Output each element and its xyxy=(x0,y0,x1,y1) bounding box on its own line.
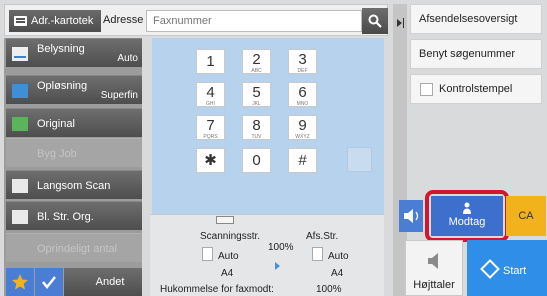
slow-scan-label: Langsom Scan xyxy=(37,180,111,192)
original-icon xyxy=(12,117,28,131)
send-paper-icon xyxy=(312,247,323,261)
keypad-key-letters: ABC xyxy=(251,68,262,74)
control-stamp-button[interactable]: Kontrolstempel xyxy=(410,74,542,104)
keypad-key-letters: DEF xyxy=(297,68,308,74)
keypad-key-number: 4 xyxy=(206,84,215,101)
clear-all-button[interactable]: CA xyxy=(506,196,546,236)
book-divide-button[interactable]: Bl. Str. Org. xyxy=(6,201,142,230)
speaker-label: Højttaler xyxy=(413,279,455,291)
arrow-right-icon xyxy=(275,262,280,270)
keypad-key-11[interactable]: # xyxy=(288,148,317,173)
speaker-volume-button[interactable] xyxy=(399,200,423,232)
keypad-key-number: 8 xyxy=(252,117,261,134)
memory-label: Hukommelse for faxmodt: xyxy=(160,284,274,295)
clear-key[interactable] xyxy=(347,147,372,172)
keypad-key-0[interactable]: 1 xyxy=(196,49,225,74)
speaker-icon xyxy=(428,253,438,269)
keypad-key-2[interactable]: 3 DEF xyxy=(288,49,317,74)
keypad-key-letters: TUV xyxy=(251,134,262,140)
other-button[interactable]: Andet xyxy=(64,268,142,296)
address-book-button[interactable]: Adr.-kartotek xyxy=(9,10,101,32)
memory-value: 100% xyxy=(316,284,342,295)
keypad-key-number: ✱ xyxy=(204,152,217,169)
book-divide-label: Bl. Str. Org. xyxy=(37,211,94,223)
speaker-icon xyxy=(404,209,419,223)
scanner-icon xyxy=(216,216,234,224)
address-book-icon xyxy=(14,16,27,26)
scan-size-label: Scanningsstr. xyxy=(200,231,261,242)
send-size-value: Auto xyxy=(328,251,349,262)
start-label: Start xyxy=(503,265,527,277)
search-button[interactable] xyxy=(362,8,388,34)
favorites-button[interactable] xyxy=(6,268,34,296)
checkmark-icon xyxy=(42,276,56,290)
use-search-number-button[interactable]: Benyt søgenummer xyxy=(410,39,542,69)
job-build-button[interactable]: Byg Job xyxy=(6,138,142,167)
keypad-key-number: 3 xyxy=(298,51,307,68)
ratio-value: 100% xyxy=(268,242,294,253)
keypad-key-9[interactable]: ✱ xyxy=(196,148,225,173)
keypad-key-number: # xyxy=(298,152,307,169)
send-size-label: Afs.Str. xyxy=(306,231,339,242)
keypad-key-number: 6 xyxy=(298,84,307,101)
speaker-button[interactable]: Højttaler xyxy=(405,240,463,296)
original-count-button[interactable]: Oprindeligt antal xyxy=(6,233,142,262)
keypad-key-3[interactable]: 4 GHI xyxy=(196,82,225,107)
keypad-key-letters: GHI xyxy=(206,101,215,107)
address-book-label: Adr.-kartotek xyxy=(31,15,94,27)
exposure-button[interactable]: Belysning Auto xyxy=(6,38,142,67)
original-button[interactable]: Original xyxy=(6,108,142,137)
address-label: Adresse xyxy=(103,14,144,26)
control-stamp-checkbox[interactable] xyxy=(420,83,433,96)
keypad-key-10[interactable]: 0 xyxy=(242,148,271,173)
keypad-key-number: 1 xyxy=(206,53,215,70)
resolution-label: Opløsning xyxy=(37,80,88,92)
highlight-ring xyxy=(425,190,509,242)
original-count-label: Oprindeligt antal xyxy=(37,243,118,255)
exposure-value: Auto xyxy=(117,53,138,64)
check-settings-button[interactable] xyxy=(35,268,63,296)
expand-arrow-icon xyxy=(397,19,402,27)
exposure-label: Belysning xyxy=(37,43,85,55)
start-button[interactable]: Start xyxy=(467,240,547,296)
scan-paper-size: A4 xyxy=(221,268,234,279)
exposure-icon xyxy=(12,47,28,61)
keypad-key-5[interactable]: 6 MNO xyxy=(288,82,317,107)
keypad-key-7[interactable]: 8 TUV xyxy=(242,115,271,140)
resolution-icon xyxy=(12,84,28,98)
keypad-key-4[interactable]: 5 JKL xyxy=(242,82,271,107)
original-label: Original xyxy=(37,118,75,130)
keypad-key-number: 0 xyxy=(252,152,261,169)
fax-number-input[interactable] xyxy=(146,10,362,32)
slow-scan-icon xyxy=(12,179,28,193)
scan-size-value: Auto xyxy=(218,251,239,262)
keypad-key-letters: PQRS xyxy=(203,134,218,140)
send-paper-size: A4 xyxy=(331,268,344,279)
keypad-key-letters: WXYZ xyxy=(295,134,310,140)
keypad-key-number: 9 xyxy=(298,117,307,134)
keypad-key-8[interactable]: 9 WXYZ xyxy=(288,115,317,140)
keypad-key-letters: JKL xyxy=(252,101,261,107)
keypad-key-number: 2 xyxy=(252,51,261,68)
keypad-key-6[interactable]: 7 PQRS xyxy=(196,115,225,140)
resolution-value: Superfin xyxy=(100,90,138,101)
send-overview-button[interactable]: Afsendelsesoversigt xyxy=(410,4,542,34)
job-build-label: Byg Job xyxy=(37,148,77,160)
book-divide-icon xyxy=(12,210,28,224)
keypad-key-number: 7 xyxy=(206,117,215,134)
keypad-key-number: 5 xyxy=(252,84,261,101)
star-icon xyxy=(12,274,28,290)
scan-paper-icon xyxy=(202,247,213,261)
slow-scan-button[interactable]: Langsom Scan xyxy=(6,170,142,199)
start-icon xyxy=(480,259,500,279)
control-stamp-label: Kontrolstempel xyxy=(439,83,513,95)
keypad-key-letters: MNO xyxy=(296,101,309,107)
resolution-button[interactable]: Opløsning Superfin xyxy=(6,75,142,104)
keypad-key-1[interactable]: 2 ABC xyxy=(242,49,271,74)
search-icon xyxy=(368,14,382,28)
